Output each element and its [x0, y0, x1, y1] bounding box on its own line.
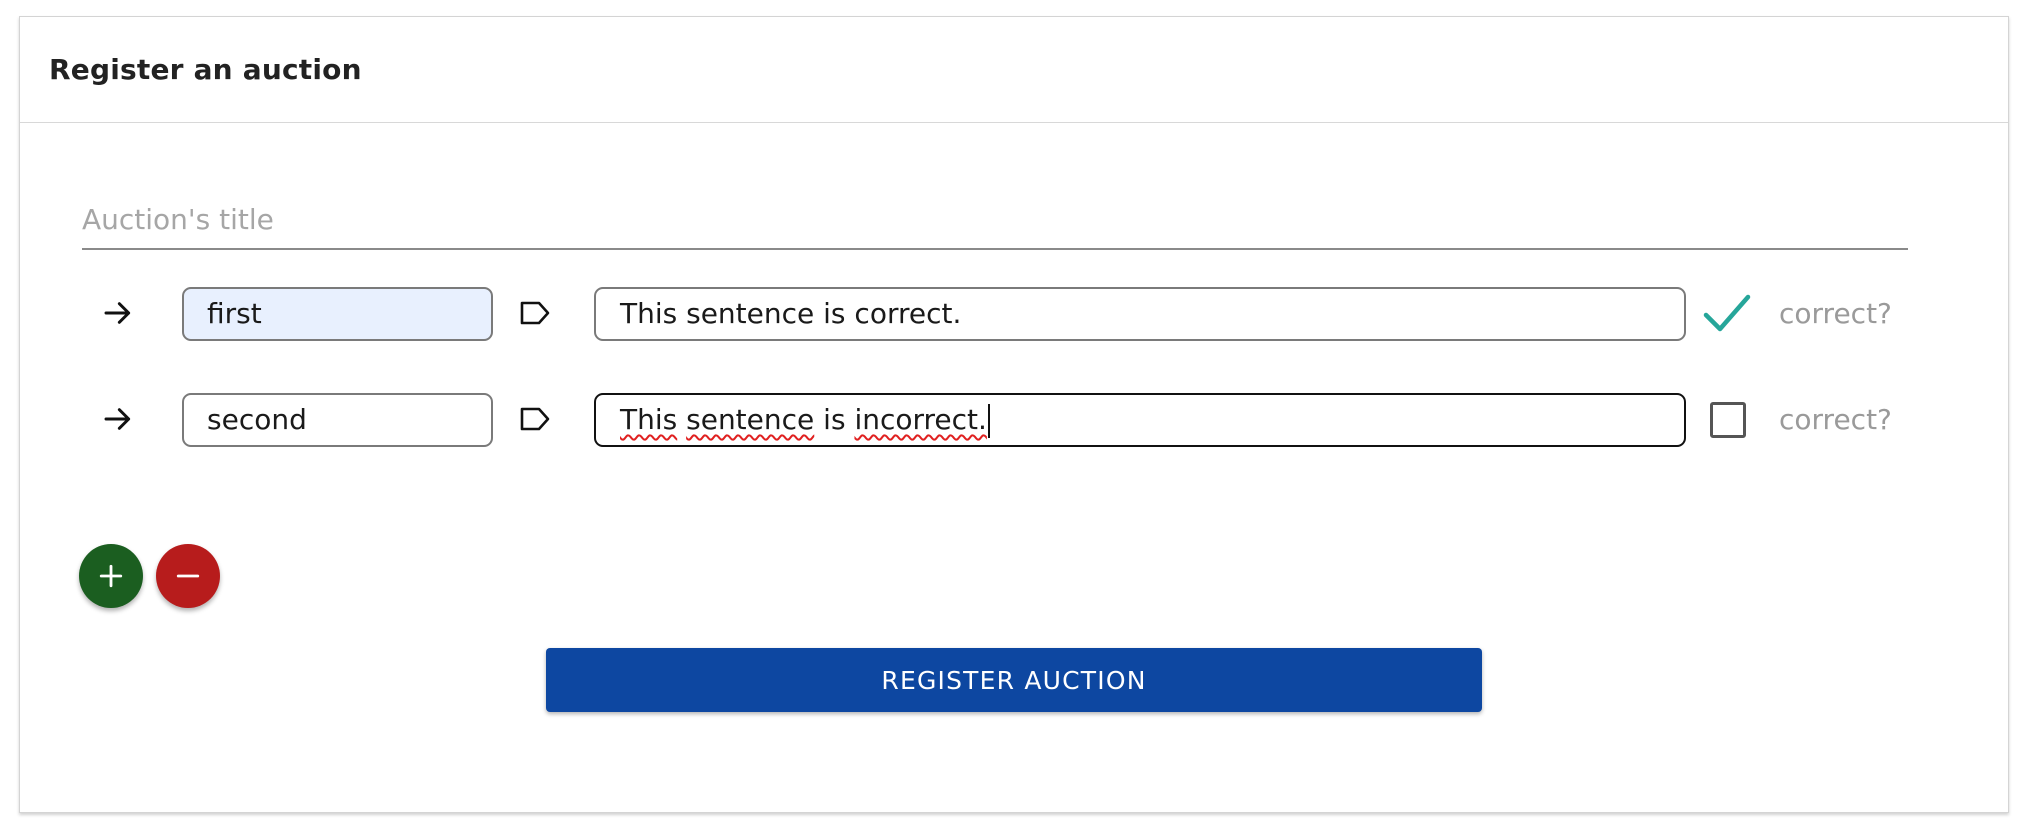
card-header: Register an auction	[20, 17, 2008, 123]
correct-label: correct?	[1779, 297, 1892, 330]
sentence-word: This	[620, 403, 678, 436]
auction-title-field[interactable]	[82, 190, 1908, 250]
sentence-input[interactable]: This sentence is correct.	[594, 287, 1686, 341]
remove-row-button[interactable]	[156, 544, 220, 608]
correct-checkbox[interactable]	[1710, 402, 1746, 438]
sentence-word: is	[823, 403, 846, 436]
key-input[interactable]: first	[182, 287, 493, 341]
check-icon[interactable]	[1702, 291, 1752, 337]
text-caret	[987, 404, 990, 438]
minus-icon	[176, 574, 200, 578]
correct-label: correct?	[1779, 403, 1892, 436]
register-auction-button[interactable]: REGISTER AUCTION	[546, 648, 1482, 712]
arrow-right-icon	[104, 408, 131, 430]
label-outline-icon	[520, 407, 550, 431]
card-title: Register an auction	[49, 53, 362, 86]
label-outline-icon	[520, 301, 550, 325]
sentence-word: sentence	[686, 403, 815, 436]
key-input[interactable]: second	[182, 393, 493, 447]
sentence-row: second This sentence is incorrect. corre…	[82, 393, 1908, 447]
sentence-word: incorrect.	[854, 403, 987, 436]
sentence-input[interactable]: This sentence is incorrect.	[594, 393, 1686, 447]
sentence-row: first This sentence is correct. correct?	[82, 287, 1908, 341]
add-row-button[interactable]	[79, 544, 143, 608]
auction-title-input[interactable]	[82, 190, 1908, 248]
arrow-right-icon	[104, 302, 131, 324]
plus-icon	[99, 564, 123, 588]
